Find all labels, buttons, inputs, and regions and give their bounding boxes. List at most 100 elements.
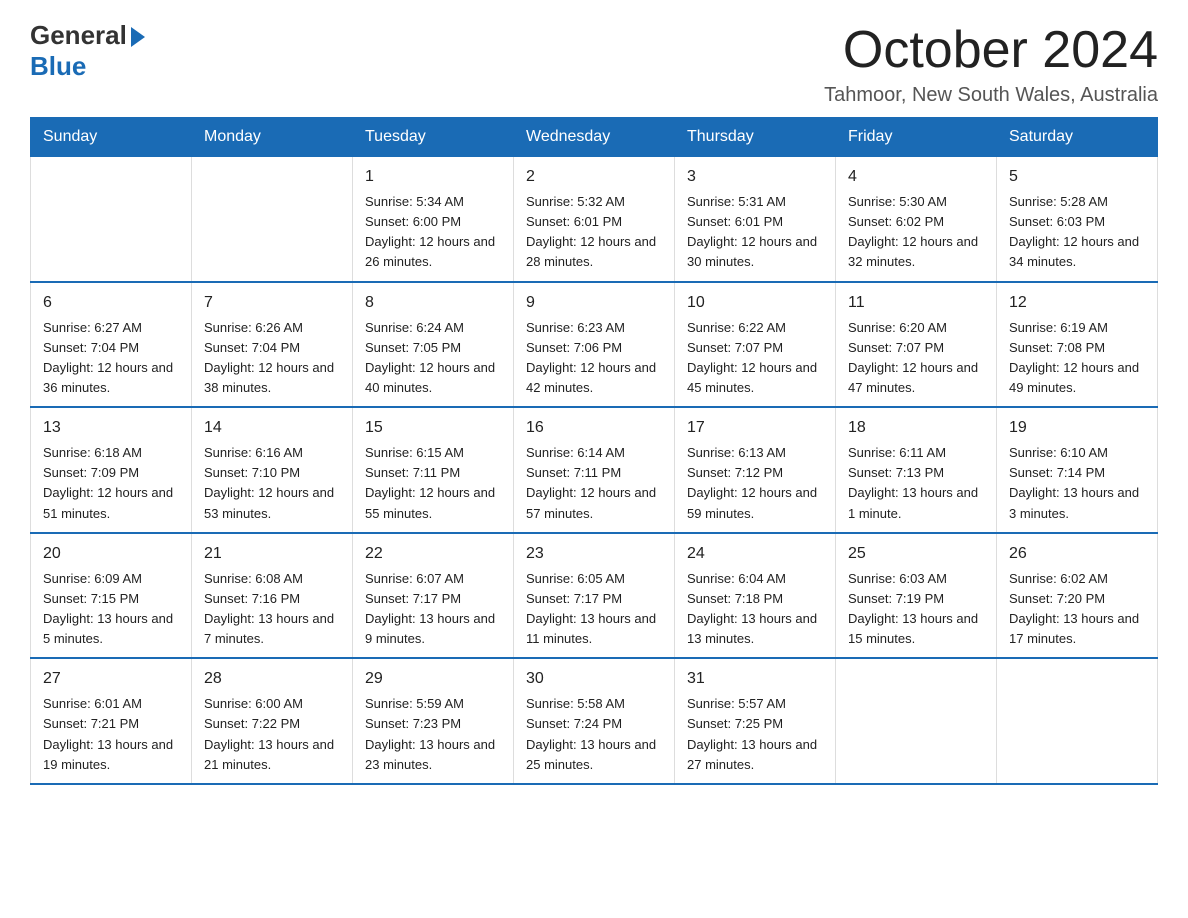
calendar-cell: 29Sunrise: 5:59 AM Sunset: 7:23 PM Dayli… bbox=[353, 658, 514, 784]
day-info: Sunrise: 5:30 AM Sunset: 6:02 PM Dayligh… bbox=[848, 192, 984, 273]
calendar-cell: 16 Sunrise: 6:14 AM Sunset: 7:11 PM Dayli… bbox=[514, 407, 675, 533]
calendar-week-row: 6 Sunrise: 6:27 AM Sunset: 7:04 PM Daylig… bbox=[31, 282, 1158, 408]
day-info: Sunrise: 6:04 AM Sunset: 7:18 PM Dayligh… bbox=[687, 569, 823, 650]
calendar-cell: 31 Sunrise: 5:57 AM Sunset: 7:25 PM Dayli… bbox=[675, 658, 836, 784]
calendar-table: SundayMondayTuesdayWednesdayThursdayFrid… bbox=[30, 117, 1158, 785]
day-info: Sunrise: 6:05 AM Sunset: 7:17 PM Dayligh… bbox=[526, 569, 662, 650]
day-number: 17 bbox=[687, 416, 823, 440]
day-number: 7 bbox=[204, 291, 340, 315]
day-info: Sunrise: 5:58 AM Sunset: 7:24 PM Dayligh… bbox=[526, 694, 662, 775]
day-info: Sunrise: 5:28 AM Sunset: 6:03 PM Dayligh… bbox=[1009, 192, 1145, 273]
day-info: Sunrise: 5:59 AM Sunset: 7:23 PM Dayligh… bbox=[365, 694, 501, 775]
day-info: Sunrise: 6:27 AM Sunset: 7:04 PM Dayligh… bbox=[43, 318, 179, 399]
day-info: Sunrise: 6:10 AM Sunset: 7:14 PM Dayligh… bbox=[1009, 443, 1145, 524]
day-info: Sunrise: 5:34 AM Sunset: 6:00 PM Dayligh… bbox=[365, 192, 501, 273]
calendar-cell: 28Sunrise: 6:00 AM Sunset: 7:22 PM Dayli… bbox=[192, 658, 353, 784]
day-number: 9 bbox=[526, 291, 662, 315]
calendar-cell: 10 Sunrise: 6:22 AM Sunset: 7:07 PM Dayli… bbox=[675, 282, 836, 408]
calendar-cell: 15 Sunrise: 6:15 AM Sunset: 7:11 PM Dayli… bbox=[353, 407, 514, 533]
day-number: 22 bbox=[365, 542, 501, 566]
day-info: Sunrise: 6:02 AM Sunset: 7:20 PM Dayligh… bbox=[1009, 569, 1145, 650]
calendar-header-saturday: Saturday bbox=[997, 118, 1158, 157]
day-number: 25 bbox=[848, 542, 984, 566]
calendar-header-monday: Monday bbox=[192, 118, 353, 157]
calendar-header-wednesday: Wednesday bbox=[514, 118, 675, 157]
day-info: Sunrise: 6:19 AM Sunset: 7:08 PM Dayligh… bbox=[1009, 318, 1145, 399]
calendar-cell: 30 Sunrise: 5:58 AM Sunset: 7:24 PM Dayli… bbox=[514, 658, 675, 784]
day-info: Sunrise: 6:08 AM Sunset: 7:16 PM Dayligh… bbox=[204, 569, 340, 650]
day-info: Sunrise: 6:11 AM Sunset: 7:13 PM Dayligh… bbox=[848, 443, 984, 524]
calendar-cell: 23 Sunrise: 6:05 AM Sunset: 7:17 PM Dayli… bbox=[514, 533, 675, 659]
day-number: 21 bbox=[204, 542, 340, 566]
day-number: 6 bbox=[43, 291, 179, 315]
day-number: 13 bbox=[43, 416, 179, 440]
day-number: 1 bbox=[365, 165, 501, 189]
day-info: Sunrise: 6:26 AM Sunset: 7:04 PM Dayligh… bbox=[204, 318, 340, 399]
day-number: 10 bbox=[687, 291, 823, 315]
calendar-cell bbox=[192, 157, 353, 282]
calendar-header-row: SundayMondayTuesdayWednesdayThursdayFrid… bbox=[31, 118, 1158, 157]
calendar-cell: 14 Sunrise: 6:16 AM Sunset: 7:10 PM Dayli… bbox=[192, 407, 353, 533]
day-number: 11 bbox=[848, 291, 984, 315]
day-info: Sunrise: 6:18 AM Sunset: 7:09 PM Dayligh… bbox=[43, 443, 179, 524]
calendar-week-row: 1 Sunrise: 5:34 AM Sunset: 6:00 PM Daylig… bbox=[31, 157, 1158, 282]
calendar-cell: 5 Sunrise: 5:28 AM Sunset: 6:03 PM Daylig… bbox=[997, 157, 1158, 282]
calendar-header-tuesday: Tuesday bbox=[353, 118, 514, 157]
calendar-cell: 6 Sunrise: 6:27 AM Sunset: 7:04 PM Daylig… bbox=[31, 282, 192, 408]
calendar-cell: 24 Sunrise: 6:04 AM Sunset: 7:18 PM Dayli… bbox=[675, 533, 836, 659]
calendar-header-thursday: Thursday bbox=[675, 118, 836, 157]
day-number: 14 bbox=[204, 416, 340, 440]
calendar-cell: 8Sunrise: 6:24 AM Sunset: 7:05 PM Daylig… bbox=[353, 282, 514, 408]
day-number: 2 bbox=[526, 165, 662, 189]
day-info: Sunrise: 5:32 AM Sunset: 6:01 PM Dayligh… bbox=[526, 192, 662, 273]
day-number: 19 bbox=[1009, 416, 1145, 440]
calendar-cell: 7 Sunrise: 6:26 AM Sunset: 7:04 PM Daylig… bbox=[192, 282, 353, 408]
calendar-cell: 12 Sunrise: 6:19 AM Sunset: 7:08 PM Dayli… bbox=[997, 282, 1158, 408]
logo-general-text: General bbox=[30, 20, 127, 51]
day-info: Sunrise: 6:20 AM Sunset: 7:07 PM Dayligh… bbox=[848, 318, 984, 399]
title-section: October 2024 Tahmoor, New South Wales, A… bbox=[824, 20, 1158, 107]
calendar-cell: 26 Sunrise: 6:02 AM Sunset: 7:20 PM Dayli… bbox=[997, 533, 1158, 659]
calendar-cell: 18 Sunrise: 6:11 AM Sunset: 7:13 PM Dayli… bbox=[836, 407, 997, 533]
logo: General Blue bbox=[30, 20, 145, 82]
calendar-cell bbox=[31, 157, 192, 282]
day-info: Sunrise: 6:14 AM Sunset: 7:11 PM Dayligh… bbox=[526, 443, 662, 524]
day-info: Sunrise: 6:09 AM Sunset: 7:15 PM Dayligh… bbox=[43, 569, 179, 650]
logo-blue-text: Blue bbox=[30, 51, 86, 82]
logo-arrow-icon bbox=[131, 27, 145, 47]
day-number: 12 bbox=[1009, 291, 1145, 315]
day-number: 26 bbox=[1009, 542, 1145, 566]
calendar-cell: 11 Sunrise: 6:20 AM Sunset: 7:07 PM Dayli… bbox=[836, 282, 997, 408]
day-number: 4 bbox=[848, 165, 984, 189]
calendar-cell bbox=[997, 658, 1158, 784]
calendar-cell: 13 Sunrise: 6:18 AM Sunset: 7:09 PM Dayli… bbox=[31, 407, 192, 533]
calendar-week-row: 27Sunrise: 6:01 AM Sunset: 7:21 PM Dayli… bbox=[31, 658, 1158, 784]
day-number: 23 bbox=[526, 542, 662, 566]
calendar-cell bbox=[836, 658, 997, 784]
day-info: Sunrise: 5:57 AM Sunset: 7:25 PM Dayligh… bbox=[687, 694, 823, 775]
day-info: Sunrise: 6:16 AM Sunset: 7:10 PM Dayligh… bbox=[204, 443, 340, 524]
calendar-cell: 2 Sunrise: 5:32 AM Sunset: 6:01 PM Daylig… bbox=[514, 157, 675, 282]
page-title: October 2024 bbox=[824, 20, 1158, 80]
day-info: Sunrise: 6:01 AM Sunset: 7:21 PM Dayligh… bbox=[43, 694, 179, 775]
day-info: Sunrise: 6:03 AM Sunset: 7:19 PM Dayligh… bbox=[848, 569, 984, 650]
calendar-cell: 19 Sunrise: 6:10 AM Sunset: 7:14 PM Dayli… bbox=[997, 407, 1158, 533]
day-number: 18 bbox=[848, 416, 984, 440]
calendar-cell: 9Sunrise: 6:23 AM Sunset: 7:06 PM Daylig… bbox=[514, 282, 675, 408]
day-info: Sunrise: 6:13 AM Sunset: 7:12 PM Dayligh… bbox=[687, 443, 823, 524]
day-number: 20 bbox=[43, 542, 179, 566]
calendar-cell: 20 Sunrise: 6:09 AM Sunset: 7:15 PM Dayli… bbox=[31, 533, 192, 659]
calendar-cell: 25 Sunrise: 6:03 AM Sunset: 7:19 PM Dayli… bbox=[836, 533, 997, 659]
day-number: 30 bbox=[526, 667, 662, 691]
day-number: 15 bbox=[365, 416, 501, 440]
day-info: Sunrise: 6:07 AM Sunset: 7:17 PM Dayligh… bbox=[365, 569, 501, 650]
calendar-cell: 21 Sunrise: 6:08 AM Sunset: 7:16 PM Dayli… bbox=[192, 533, 353, 659]
day-number: 24 bbox=[687, 542, 823, 566]
day-info: Sunrise: 6:15 AM Sunset: 7:11 PM Dayligh… bbox=[365, 443, 501, 524]
day-number: 8 bbox=[365, 291, 501, 315]
day-info: Sunrise: 6:22 AM Sunset: 7:07 PM Dayligh… bbox=[687, 318, 823, 399]
calendar-cell: 3Sunrise: 5:31 AM Sunset: 6:01 PM Daylig… bbox=[675, 157, 836, 282]
day-number: 31 bbox=[687, 667, 823, 691]
day-number: 16 bbox=[526, 416, 662, 440]
day-number: 5 bbox=[1009, 165, 1145, 189]
